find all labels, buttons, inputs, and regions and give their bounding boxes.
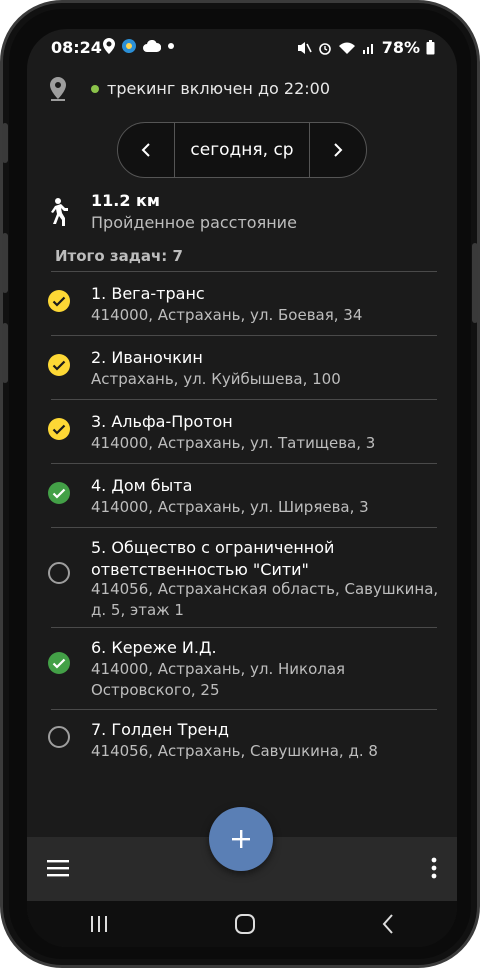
location-icon bbox=[103, 38, 115, 54]
menu-icon[interactable] bbox=[47, 859, 69, 877]
task-address: Астрахань, ул. Куйбышева, 100 bbox=[91, 370, 341, 388]
tracking-indicator-dot bbox=[91, 85, 99, 93]
task-address: 414056, Астрахань, Савушкина, д. 8 bbox=[91, 742, 378, 760]
map-pin-icon[interactable] bbox=[49, 77, 67, 101]
chevron-left-icon bbox=[141, 143, 150, 157]
date-selector: сегодня, ср bbox=[117, 122, 367, 178]
dot-icon bbox=[167, 42, 175, 50]
phone-frame: 08:24 78% трекинг включен до 22:00 сегод… bbox=[0, 0, 480, 968]
check-done-icon[interactable] bbox=[47, 481, 71, 505]
task-title: 3. Альфа-Протон bbox=[91, 412, 233, 431]
battery-percent: 78% bbox=[381, 38, 420, 57]
check-partial-icon[interactable] bbox=[47, 289, 71, 313]
back-icon[interactable] bbox=[381, 913, 395, 935]
task-item[interactable]: 6. Кереже И.Д. 414000, Астрахань, ул. Ни… bbox=[27, 627, 457, 709]
chevron-right-icon bbox=[334, 143, 343, 157]
next-day-button[interactable] bbox=[310, 123, 366, 177]
tracking-text: трекинг включен до 22:00 bbox=[107, 79, 331, 98]
recent-apps-icon[interactable] bbox=[89, 914, 109, 934]
status-left-icons bbox=[103, 38, 175, 54]
task-address: 414000, Астрахань, ул. Николая Островско… bbox=[91, 660, 346, 699]
check-partial-icon[interactable] bbox=[47, 353, 71, 377]
task-item[interactable]: 7. Голден Тренд 414056, Астрахань, Савуш… bbox=[27, 709, 457, 773]
check-empty-icon[interactable] bbox=[47, 725, 71, 749]
status-right-icons: 78% bbox=[296, 38, 435, 57]
status-bar: 08:24 78% bbox=[27, 29, 457, 65]
tasks-total: Итого задач: 7 bbox=[55, 247, 183, 265]
mute-icon bbox=[296, 40, 312, 56]
date-label[interactable]: сегодня, ср bbox=[174, 123, 310, 177]
globe-icon bbox=[121, 38, 137, 54]
distance-value: 11.2 км bbox=[91, 191, 160, 210]
task-title: 5. Общество с ограниченной ответственнос… bbox=[91, 538, 335, 579]
prev-day-button[interactable] bbox=[118, 123, 174, 177]
task-item[interactable]: 1. Вега-транс 414000, Астрахань, ул. Бое… bbox=[27, 271, 457, 335]
task-address: 414000, Астрахань, ул. Боевая, 34 bbox=[91, 306, 363, 324]
check-empty-icon[interactable] bbox=[47, 561, 71, 585]
task-title: 7. Голден Тренд bbox=[91, 720, 229, 739]
task-address: 414056, Астраханская область, Савушкина,… bbox=[91, 580, 439, 619]
screen: 08:24 78% трекинг включен до 22:00 сегод… bbox=[27, 29, 457, 947]
task-item[interactable]: 3. Альфа-Протон 414000, Астрахань, ул. Т… bbox=[27, 399, 457, 463]
power-button bbox=[472, 243, 478, 323]
task-title: 1. Вега-транс bbox=[91, 284, 205, 303]
side-button bbox=[2, 323, 8, 383]
plus-icon bbox=[232, 830, 250, 848]
check-partial-icon[interactable] bbox=[47, 417, 71, 441]
task-item[interactable]: 2. Иваночкин Астрахань, ул. Куйбышева, 1… bbox=[27, 335, 457, 399]
home-icon[interactable] bbox=[234, 913, 256, 935]
system-navigation-bar bbox=[27, 901, 457, 947]
walking-icon bbox=[45, 197, 69, 227]
task-address: 414000, Астрахань, ул. Татищева, 3 bbox=[91, 434, 376, 452]
cloud-icon bbox=[143, 40, 161, 52]
alarm-icon bbox=[318, 41, 332, 55]
tracking-status: трекинг включен до 22:00 bbox=[27, 75, 457, 105]
add-task-button[interactable] bbox=[209, 807, 273, 871]
distance-summary: 11.2 км Пройденное расстояние bbox=[27, 189, 457, 239]
task-title: 2. Иваночкин bbox=[91, 348, 203, 367]
distance-label: Пройденное расстояние bbox=[91, 213, 297, 232]
task-address: 414000, Астрахань, ул. Ширяева, 3 bbox=[91, 498, 369, 516]
battery-icon bbox=[426, 40, 435, 55]
task-item[interactable]: 5. Общество с ограниченной ответственнос… bbox=[27, 527, 457, 627]
more-vert-icon[interactable] bbox=[431, 857, 437, 879]
side-button bbox=[2, 123, 8, 163]
check-done-icon[interactable] bbox=[47, 651, 71, 675]
task-title: 4. Дом быта bbox=[91, 476, 193, 495]
task-title: 6. Кереже И.Д. bbox=[91, 638, 217, 657]
side-button bbox=[2, 233, 8, 293]
wifi-icon bbox=[338, 41, 356, 55]
task-item[interactable]: 4. Дом быта 414000, Астрахань, ул. Ширяе… bbox=[27, 463, 457, 527]
status-time: 08:24 bbox=[51, 38, 102, 57]
signal-icon bbox=[362, 41, 376, 55]
